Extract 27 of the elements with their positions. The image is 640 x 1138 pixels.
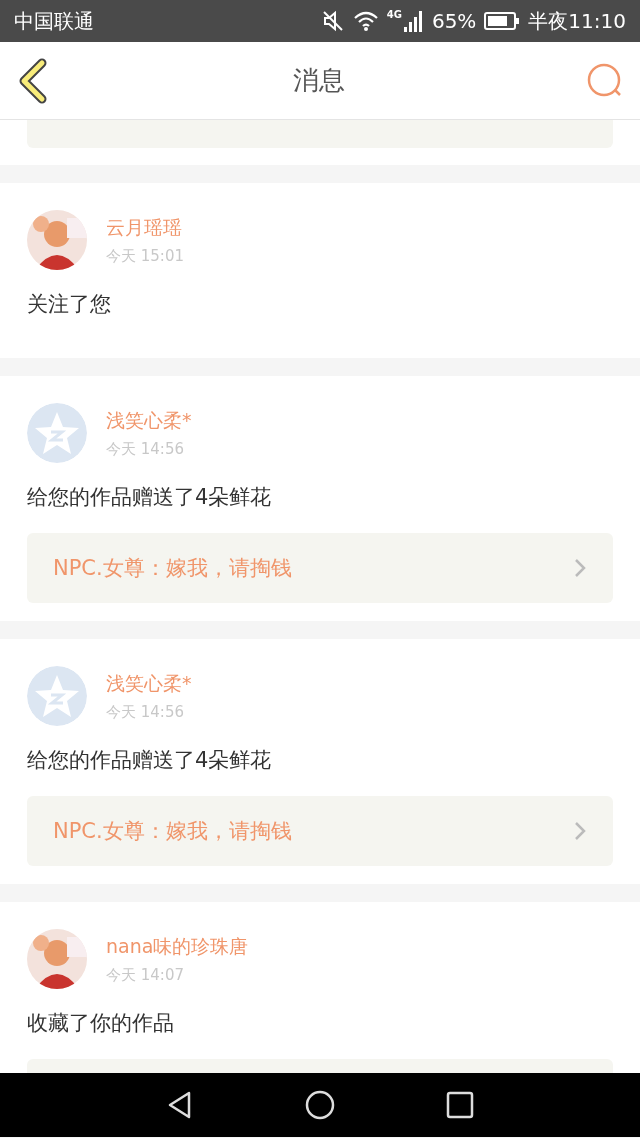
carrier-name: 中国联通: [14, 7, 94, 35]
message-text: 收藏了你的作品: [27, 1010, 175, 1037]
chevron-icon: [573, 821, 587, 841]
clock: 半夜11:10: [528, 7, 626, 35]
user-name[interactable]: 浅笑心柔*: [106, 670, 192, 697]
chevron-icon: [573, 558, 587, 578]
user-name[interactable]: 云月瑶瑶: [106, 214, 184, 241]
network-type: 4G: [386, 9, 402, 20]
message-text: 给您的作品赠送了4朵鲜花: [27, 484, 273, 511]
default-avatar-icon: [27, 666, 87, 726]
mute-icon: [320, 9, 345, 33]
work-title: NPC.女尊：嫁我，请掏钱: [53, 555, 292, 582]
work-title: NPC.女尊：嫁我，请掏钱: [53, 818, 292, 845]
user-name[interactable]: nana味的珍珠唐: [106, 933, 249, 960]
user-name[interactable]: 浅笑心柔*: [106, 407, 192, 434]
work-card[interactable]: NPC.女尊：嫁我，请掏钱: [27, 796, 613, 866]
home-nav-icon[interactable]: [305, 1090, 335, 1120]
page-title: 消息: [293, 64, 345, 97]
work-card[interactable]: NPC.女尊：嫁我，请掏钱: [27, 533, 613, 603]
signal-icon: [403, 10, 424, 32]
message-text: 关注了您: [27, 291, 112, 318]
battery-icon: [484, 12, 521, 30]
battery-percent: 65%: [431, 9, 477, 33]
recents-nav-icon[interactable]: [445, 1090, 475, 1120]
message-text: 给您的作品赠送了4朵鲜花: [27, 747, 273, 774]
wifi-icon: [352, 10, 379, 32]
default-avatar-icon: [27, 403, 87, 463]
